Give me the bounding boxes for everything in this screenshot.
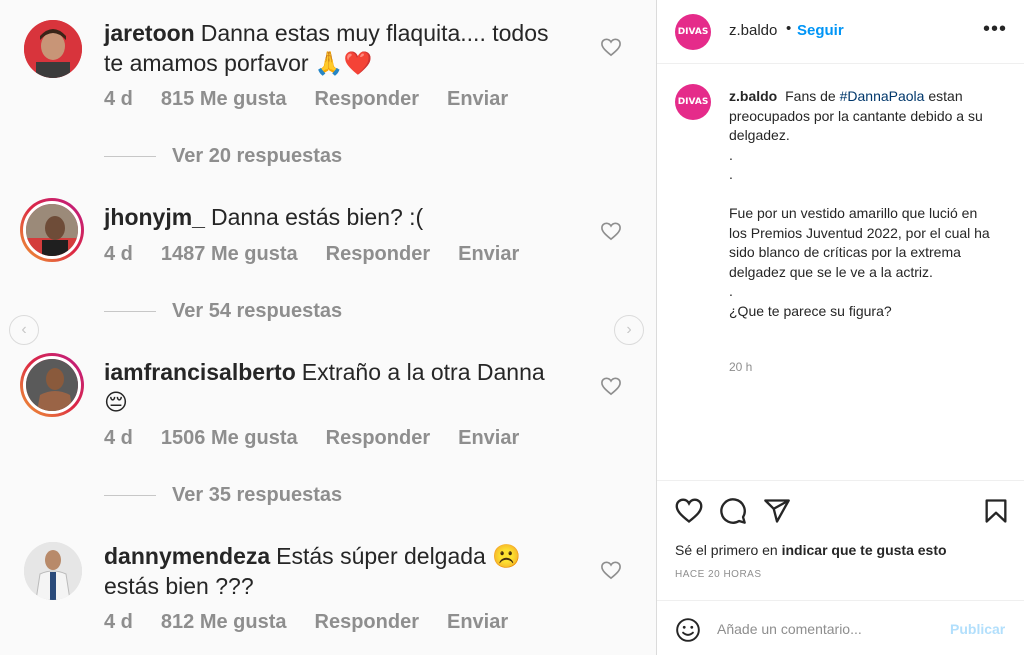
comment-username[interactable]: jhonyjm_	[104, 204, 205, 230]
comment-text: dannymendeza Estás súper delgada ☹️ estás…	[104, 541, 574, 601]
comment-time[interactable]: 4 d	[104, 88, 133, 111]
reply-button[interactable]: Responder	[326, 243, 430, 266]
comment-likes[interactable]: 812 Me gusta	[161, 611, 287, 634]
replies-line	[104, 311, 156, 312]
caption-username[interactable]: z.baldo	[729, 88, 777, 104]
reply-button[interactable]: Responder	[315, 611, 419, 634]
add-comment-bar: Añade un comentario... Publicar	[657, 600, 1024, 656]
chevron-right-icon[interactable]: ›	[614, 315, 644, 345]
post-panel: DIVAS z.baldo • Seguir ••• DIVAS z.baldo…	[657, 0, 1024, 655]
view-replies-label: Ver 35 respuestas	[172, 484, 343, 506]
caption-body: Fue por un vestido amarillo que lució en…	[729, 205, 990, 280]
divas-logo: DIVAS	[675, 14, 711, 50]
post-caption: z.baldo Fans de #DannaPaola estan preocu…	[729, 87, 999, 321]
chevron-left-icon[interactable]: ‹	[9, 315, 39, 345]
view-replies-button[interactable]: Ver 54 respuestas	[104, 300, 342, 323]
comment-meta: 4 d 1506 Me gusta Responder Enviar	[104, 427, 547, 450]
share-icon[interactable]	[763, 497, 791, 525]
comment-username[interactable]: iamfrancisalberto	[104, 359, 296, 385]
comment-likes[interactable]: 815 Me gusta	[161, 88, 287, 111]
replies-line	[104, 495, 156, 496]
caption-avatar[interactable]: DIVAS	[675, 84, 711, 120]
hashtag-link[interactable]: #DannaPaola	[840, 88, 925, 104]
post-username[interactable]: z.baldo	[729, 22, 777, 39]
send-button[interactable]: Enviar	[447, 88, 508, 111]
publish-button[interactable]: Publicar	[950, 621, 1005, 637]
comment-input[interactable]: Añade un comentario...	[717, 621, 862, 637]
caption-dot: .	[729, 146, 733, 163]
comment-likes[interactable]: 1506 Me gusta	[161, 427, 298, 450]
comment-text: iamfrancisalberto Extraño a la otra Danna…	[104, 357, 574, 417]
caption-time: 20 h	[729, 360, 753, 374]
view-replies-label: Ver 20 respuestas	[172, 145, 343, 167]
follow-button[interactable]: Seguir	[797, 22, 844, 39]
more-icon[interactable]: •••	[983, 18, 1007, 41]
likes-text: Sé el primero en indicar que te gusta es…	[675, 542, 947, 558]
post-header: DIVAS z.baldo • Seguir •••	[657, 0, 1024, 64]
comment-time[interactable]: 4 d	[104, 427, 133, 450]
caption-text: Fans de	[785, 88, 836, 104]
bookmark-icon[interactable]	[982, 497, 1010, 525]
comment-time[interactable]: 4 d	[104, 611, 133, 634]
comment-icon[interactable]	[719, 497, 747, 525]
comment-meta: 4 d 1487 Me gusta Responder Enviar	[104, 243, 547, 266]
send-button[interactable]: Enviar	[447, 611, 508, 634]
comment-meta: 4 d 815 Me gusta Responder Enviar	[104, 88, 536, 111]
avatar[interactable]	[24, 542, 82, 600]
avatar[interactable]	[20, 198, 84, 262]
view-replies-label: Ver 54 respuestas	[172, 300, 343, 322]
like-link[interactable]: indicar que te gusta esto	[782, 542, 947, 558]
reply-button[interactable]: Responder	[326, 427, 430, 450]
heart-icon[interactable]	[600, 221, 622, 241]
heart-icon[interactable]	[600, 37, 622, 57]
emoji-icon[interactable]	[675, 617, 701, 643]
comment-text: jaretoon Danna estas muy flaquita.... tod…	[104, 18, 574, 78]
reply-button[interactable]: Responder	[315, 88, 419, 111]
comment-username[interactable]: dannymendeza	[104, 543, 270, 569]
separator-dot: •	[786, 20, 792, 37]
comment-likes[interactable]: 1487 Me gusta	[161, 243, 298, 266]
caption-dot: .	[729, 166, 733, 182]
comment-body: Danna estás bien? :(	[210, 204, 424, 230]
avatar[interactable]	[20, 353, 84, 417]
comment-meta: 4 d 812 Me gusta Responder Enviar	[104, 611, 536, 634]
replies-line	[104, 156, 156, 157]
post-timestamp: HACE 20 HORAS	[675, 569, 762, 580]
avatar[interactable]: DIVAS	[675, 14, 711, 50]
comment-time[interactable]: 4 d	[104, 243, 133, 266]
caption-question: ¿Que te parece su figura?	[729, 302, 892, 319]
comments-panel: jaretoon Danna estas muy flaquita.... tod…	[0, 0, 657, 655]
heart-icon[interactable]	[675, 497, 703, 525]
send-button[interactable]: Enviar	[458, 427, 519, 450]
likes-prefix: Sé el primero en	[675, 542, 778, 558]
view-replies-button[interactable]: Ver 20 respuestas	[104, 145, 342, 168]
heart-icon[interactable]	[600, 376, 622, 396]
caption-dot: .	[729, 283, 733, 299]
heart-icon[interactable]	[600, 560, 622, 580]
view-replies-button[interactable]: Ver 35 respuestas	[104, 484, 342, 507]
send-button[interactable]: Enviar	[458, 243, 519, 266]
avatar[interactable]	[24, 20, 82, 78]
comment-username[interactable]: jaretoon	[104, 20, 195, 46]
divas-logo: DIVAS	[675, 84, 711, 120]
comment-text: jhonyjm_ Danna estás bien? :(	[104, 202, 574, 232]
action-bar	[657, 480, 1024, 541]
